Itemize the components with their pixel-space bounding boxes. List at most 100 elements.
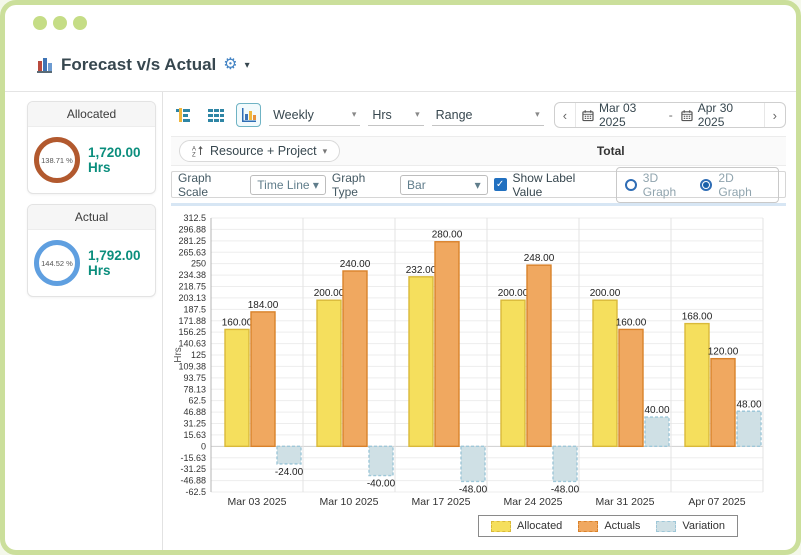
period-select[interactable]: Weekly ▾ (269, 105, 361, 126)
bar-chart-view-icon (241, 108, 256, 122)
gear-icon[interactable]: ⚙ (223, 57, 237, 73)
y-tick-label: -15.63 (180, 453, 206, 463)
y-tick-label: -62.5 (185, 487, 206, 497)
bar-chart-view-button[interactable] (236, 103, 262, 127)
prev-period-button[interactable]: ‹ (555, 103, 577, 127)
bar-variation[interactable] (368, 445, 394, 477)
page-title: Forecast v/s Actual (61, 55, 217, 74)
chevron-down-icon[interactable]: ▾ (245, 60, 250, 71)
bar-allocated[interactable] (224, 328, 250, 448)
y-tick-label: 140.63 (178, 339, 206, 349)
total-column-header: Total (596, 144, 625, 158)
legend-item-allocated[interactable]: Allocated (491, 520, 562, 532)
legend-label: Variation (682, 520, 725, 532)
bar-allocated[interactable] (684, 322, 710, 448)
y-tick-label: 31.25 (183, 419, 206, 429)
3d-graph-radio[interactable] (624, 178, 637, 191)
graph-type-value: Bar (407, 177, 426, 192)
window-dot[interactable] (73, 16, 87, 30)
bar-actuals[interactable] (710, 357, 736, 448)
chevron-down-icon: ▾ (351, 109, 357, 119)
next-period-button[interactable]: › (763, 103, 785, 127)
y-tick-label: 234.38 (178, 270, 206, 280)
actual-percent-ring: 144.52 % (34, 240, 80, 286)
summary-sidebar: Allocated 138.71 % 1,720.00 Hrs Actual 1… (5, 92, 163, 550)
bar-value-label: 240.00 (340, 259, 371, 270)
date-start[interactable]: Mar 03 2025 (576, 101, 667, 129)
bar-allocated[interactable] (500, 299, 526, 448)
x-tick-label: Mar 24 2025 (504, 496, 563, 508)
bar-allocated[interactable] (592, 299, 618, 448)
y-tick-label: 281.25 (178, 236, 206, 246)
bar-variation[interactable] (276, 445, 302, 465)
bar-chart-svg: 312.5296.88281.25265.63250234.38218.7520… (173, 213, 764, 508)
y-tick-label: 46.88 (183, 407, 206, 417)
bar-value-label: 184.00 (248, 300, 279, 311)
bar-value-label: -24.00 (275, 467, 304, 478)
bar-value-label: 248.00 (524, 253, 555, 264)
bar-variation[interactable] (552, 445, 578, 483)
unit-select[interactable]: Hrs ▾ (368, 105, 424, 126)
y-tick-label: -46.88 (180, 476, 206, 486)
chart-panel: 312.5 296.88 281.25 265.63 250 234.38 218.75 20… (171, 203, 786, 550)
bar-variation[interactable] (644, 416, 670, 448)
bar-actuals[interactable] (250, 311, 276, 448)
grid-view-icon (208, 109, 225, 122)
window-dot[interactable] (53, 16, 67, 30)
y-tick-label: 312.5 (183, 213, 206, 223)
window-dot[interactable] (33, 16, 47, 30)
group-by-dropdown[interactable]: A Z Resource + Project ▾ (179, 140, 341, 162)
allocated-card-title: Allocated (28, 102, 155, 127)
report-chart-icon (37, 57, 52, 73)
2d-graph-label: 2D Graph (718, 170, 752, 199)
bar-allocated[interactable] (316, 299, 342, 448)
bar-actuals[interactable] (342, 270, 368, 448)
bar-actuals[interactable] (618, 328, 644, 448)
grid-view-button[interactable] (204, 103, 229, 127)
2d-graph-radio[interactable] (700, 178, 713, 191)
window-controls (33, 16, 87, 30)
graph-type-label: Graph Type (331, 170, 366, 199)
x-tick-label: Mar 17 2025 (412, 496, 471, 508)
y-tick-label: 156.25 (178, 327, 206, 337)
allocated-percent-ring: 138.71 % (34, 137, 80, 183)
chevron-down-icon: ▾ (322, 145, 328, 156)
bar-variation[interactable] (460, 445, 486, 483)
gantt-view-button[interactable] (171, 103, 196, 127)
legend-swatch (578, 520, 599, 532)
legend-swatch (491, 520, 512, 532)
y-tick-label: 93.75 (183, 373, 206, 383)
group-by-value: Resource + Project (210, 144, 317, 158)
show-label-value-checkbox[interactable]: ✓ (493, 178, 507, 191)
legend-label: Actuals (604, 520, 641, 532)
graph-scale-value: Time Line (257, 177, 310, 192)
bar-actuals[interactable] (526, 264, 552, 448)
main-panel: Weekly ▾ Hrs ▾ Range ▾ ‹ Mar 03 2025 - A… (163, 92, 796, 550)
actual-percent: 144.52 % (41, 258, 73, 268)
bar-chart: 312.5 296.88 281.25 265.63 250 234.38 218.75 20… (171, 206, 786, 517)
bar-actuals[interactable] (434, 241, 460, 448)
toolbar: Weekly ▾ Hrs ▾ Range ▾ ‹ Mar 03 2025 - A… (171, 100, 786, 130)
y-tick-label: 296.88 (178, 224, 206, 234)
sort-az-icon: A Z (192, 145, 203, 157)
range-select[interactable]: Range ▾ (431, 105, 544, 126)
date-range-control: ‹ Mar 03 2025 - Apr 30 2025 › (553, 101, 786, 129)
graph-scale-select[interactable]: Time Line ▾ (250, 174, 326, 195)
bar-variation[interactable] (736, 410, 762, 448)
chevron-down-icon: ▾ (535, 109, 540, 119)
bar-value-label: -48.00 (551, 484, 580, 495)
date-end[interactable]: Apr 30 2025 (675, 101, 764, 129)
bar-value-label: 200.00 (498, 288, 529, 299)
app-window: Forecast v/s Actual ⚙ ▾ Allocated 138.71… (0, 0, 801, 555)
date-separator: - (668, 108, 673, 122)
range-select-value: Range (435, 107, 473, 122)
legend-item-actuals[interactable]: Actuals (578, 520, 640, 532)
period-select-value: Weekly (273, 107, 314, 122)
y-tick-label: 125 (191, 350, 206, 360)
graph-type-select[interactable]: Bar ▾ (400, 174, 488, 195)
x-tick-label: Apr 07 2025 (688, 496, 745, 508)
bar-allocated[interactable] (408, 276, 434, 448)
chart-legend: Allocated Actuals Variation (478, 515, 738, 537)
date-start-value: Mar 03 2025 (598, 101, 637, 129)
legend-item-variation[interactable]: Variation (656, 520, 725, 532)
